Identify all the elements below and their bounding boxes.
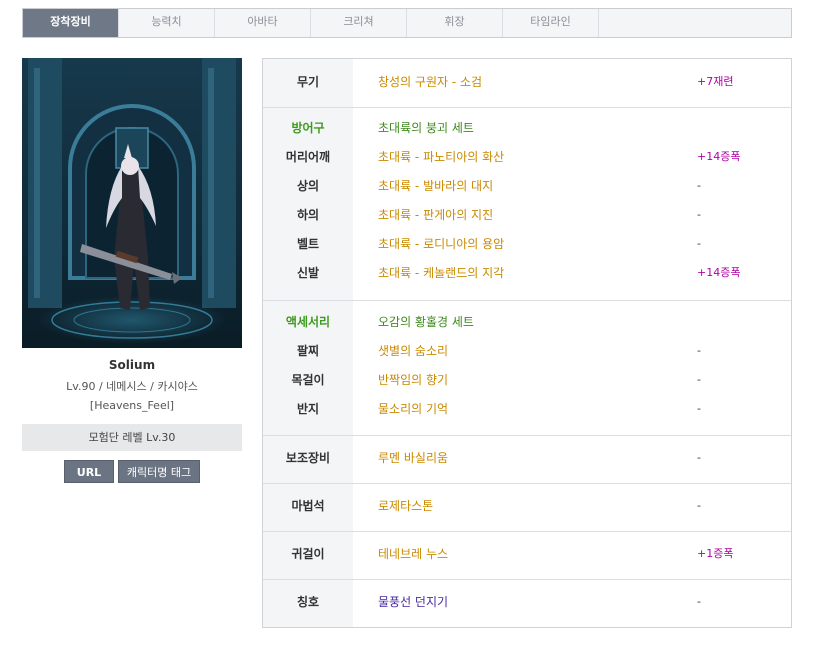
slot-label: 벨트 [296, 237, 320, 251]
item-option: +14증폭 [697, 266, 741, 279]
accessory-header: 액세서리 [285, 315, 331, 329]
character-tag-button[interactable]: 캐릭터명 태그 [118, 460, 200, 483]
item-name[interactable]: 물풍선 던지기 [378, 592, 448, 612]
adventure-level: 모험단 레벨 Lv.30 [22, 424, 242, 451]
item-name[interactable]: 초대륙 - 판게아의 지진 [378, 205, 493, 225]
item-name[interactable]: 초대륙 - 케놀랜드의 지각 [378, 263, 504, 283]
equipment-row[interactable]: 머리어깨 초대륙 - 파노티아의 화산 +14증폭 [263, 147, 791, 167]
slot-label: 반지 [296, 402, 320, 416]
tab-stats[interactable]: 능력치 [119, 9, 215, 37]
equipment-row[interactable]: 상의 초대륙 - 발바라의 대지 - [263, 176, 791, 196]
url-button[interactable]: URL [64, 460, 114, 483]
item-option: - [697, 179, 701, 192]
title-group: 칭호 물풍선 던지기 - [263, 579, 791, 627]
accessory-group: 액세서리 오감의 황홀경 세트 팔찌 샛별의 숨소리 - 목걸이 반짝임의 향기… [263, 300, 791, 435]
equipment-row[interactable]: 귀걸이 테네브레 누스 +1증폭 [263, 544, 791, 564]
slot-label: 신발 [296, 266, 320, 280]
slot-label: 목걸이 [291, 373, 325, 387]
equipment-row[interactable]: 칭호 물풍선 던지기 - [263, 592, 791, 612]
set-row: 방어구 초대륙의 붕괴 세트 [263, 118, 791, 138]
tab-avatar[interactable]: 아바타 [215, 9, 311, 37]
sub-equipment-group: 보조장비 루멘 바실리움 - [263, 435, 791, 483]
slot-label: 칭호 [296, 595, 320, 609]
set-name[interactable]: 오감의 황홀경 세트 [378, 312, 474, 332]
slot-label: 상의 [296, 179, 320, 193]
character-info: Lv.90 / 네메시스 / 카시야스 [66, 380, 198, 393]
set-row: 액세서리 오감의 황홀경 세트 [263, 312, 791, 332]
item-option: - [697, 499, 701, 512]
equipment-row[interactable]: 하의 초대륙 - 판게아의 지진 - [263, 205, 791, 225]
tab-equipment[interactable]: 장착장비 [23, 9, 119, 37]
item-option: - [697, 451, 701, 464]
item-name[interactable]: 초대륙 - 로디니아의 용암 [378, 234, 504, 254]
item-option: - [697, 208, 701, 221]
item-option: - [697, 402, 701, 415]
item-name[interactable]: 초대륙 - 파노티아의 화산 [378, 147, 504, 167]
item-option: +7재련 [697, 75, 734, 88]
item-name[interactable]: 샛별의 숨소리 [378, 341, 448, 361]
item-option: - [697, 237, 701, 250]
item-option: +14증폭 [697, 150, 741, 163]
button-row: URL 캐릭터명 태그 [22, 460, 242, 483]
tab-timeline[interactable]: 타임라인 [503, 9, 599, 37]
item-option: - [697, 595, 701, 608]
equipment-row[interactable]: 반지 물소리의 기억 - [263, 399, 791, 419]
item-name[interactable]: 반짝임의 향기 [378, 370, 448, 390]
item-name[interactable]: 루멘 바실리움 [378, 448, 448, 468]
equipment-row[interactable]: 목걸이 반짝임의 향기 - [263, 370, 791, 390]
equipment-row[interactable]: 팔찌 샛별의 숨소리 - [263, 341, 791, 361]
slot-label: 머리어깨 [285, 150, 331, 164]
slot-label: 귀걸이 [291, 547, 325, 561]
equipment-row[interactable]: 벨트 초대륙 - 로디니아의 용암 - [263, 234, 791, 254]
slot-label: 팔찌 [296, 344, 320, 358]
equipment-row[interactable]: 신발 초대륙 - 케놀랜드의 지각 +14증폭 [263, 263, 791, 283]
item-option: - [697, 373, 701, 386]
character-image [22, 58, 242, 348]
equipment-row[interactable]: 보조장비 루멘 바실리움 - [263, 448, 791, 468]
armor-header: 방어구 [291, 121, 325, 135]
set-name[interactable]: 초대륙의 붕괴 세트 [378, 118, 474, 138]
item-name[interactable]: 초대륙 - 발바라의 대지 [378, 176, 493, 196]
equipment-row[interactable]: 마법석 로제타스톤 - [263, 496, 791, 516]
slot-label: 보조장비 [285, 451, 331, 465]
tab-bar: 장착장비 능력치 아바타 크리쳐 휘장 타임라인 [22, 8, 792, 38]
item-name[interactable]: 로제타스톤 [378, 496, 433, 516]
item-option: +1증폭 [697, 547, 734, 560]
item-name[interactable]: 창성의 구원자 - 소검 [378, 72, 482, 92]
character-guild: [Heavens_Feel] [89, 399, 175, 412]
magic-stone-group: 마법석 로제타스톤 - [263, 483, 791, 531]
weapon-group: 무기 창성의 구원자 - 소검 +7재련 [263, 59, 791, 107]
character-name: Solium [108, 358, 156, 372]
tab-emblem[interactable]: 휘장 [407, 9, 503, 37]
slot-label: 무기 [296, 75, 320, 89]
item-option: - [697, 344, 701, 357]
equipment-table: 무기 창성의 구원자 - 소검 +7재련 방어구 초대륙의 붕괴 세트 머리어깨… [262, 58, 792, 628]
character-portrait [22, 58, 242, 348]
tab-creature[interactable]: 크리쳐 [311, 9, 407, 37]
armor-group: 방어구 초대륙의 붕괴 세트 머리어깨 초대륙 - 파노티아의 화산 +14증폭… [263, 107, 791, 300]
slot-label: 마법석 [291, 499, 325, 513]
equipment-row[interactable]: 무기 창성의 구원자 - 소검 +7재련 [263, 72, 791, 92]
item-name[interactable]: 물소리의 기억 [378, 399, 448, 419]
slot-label: 하의 [296, 208, 320, 222]
earring-group: 귀걸이 테네브레 누스 +1증폭 [263, 531, 791, 579]
item-name[interactable]: 테네브레 누스 [378, 544, 448, 564]
